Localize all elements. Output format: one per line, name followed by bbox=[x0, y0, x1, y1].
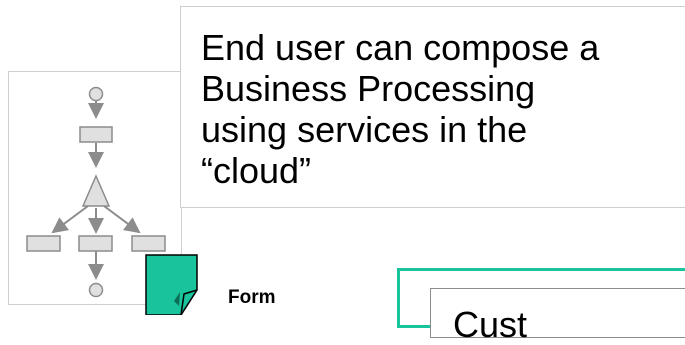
caption-box: End user can compose a Business Processi… bbox=[180, 6, 685, 208]
service-panel: Cust bbox=[397, 268, 685, 345]
split-gateway bbox=[81, 174, 111, 207]
caption-divider bbox=[181, 207, 685, 208]
task-node-left bbox=[26, 235, 61, 252]
form-document-icon bbox=[144, 254, 199, 316]
caption-text: End user can compose a Business Processi… bbox=[201, 27, 681, 191]
task-node-right bbox=[131, 235, 166, 252]
start-node bbox=[88, 86, 104, 102]
task-node-middle bbox=[78, 235, 113, 252]
task-node-top bbox=[79, 126, 113, 143]
customer-box-label: Cust bbox=[453, 304, 528, 345]
form-label: Form bbox=[228, 287, 276, 308]
edge-split-to-right bbox=[103, 205, 141, 234]
caption-line-4: “cloud” bbox=[201, 150, 312, 191]
caption-line-3: using services in the bbox=[201, 109, 528, 150]
end-node bbox=[88, 282, 104, 298]
caption-line-1: End user can compose a bbox=[201, 27, 600, 68]
customer-box: Cust bbox=[430, 288, 685, 345]
edge-split-to-left bbox=[51, 205, 89, 234]
caption-line-2: Business Processing bbox=[201, 68, 536, 109]
